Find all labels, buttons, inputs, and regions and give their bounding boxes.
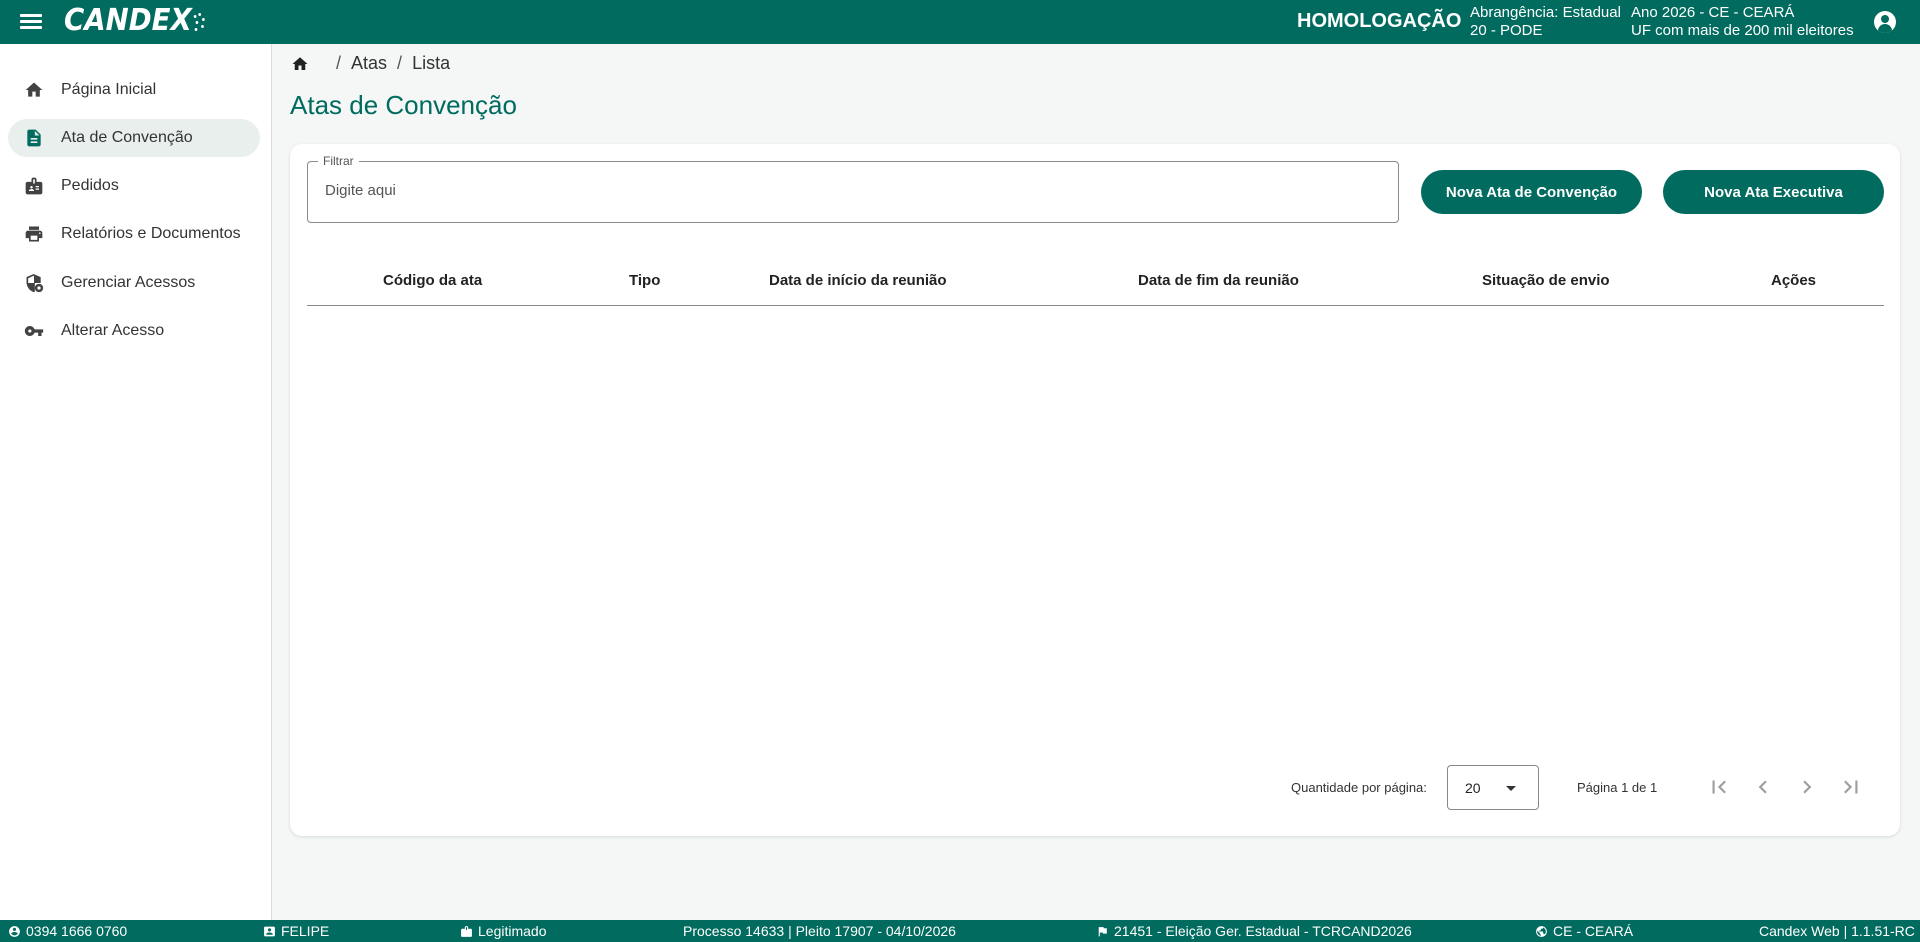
scope-line-1: Abrangência: Estadual xyxy=(1470,4,1621,21)
footer-version: Candex Web | 1.1.51-RC xyxy=(1759,923,1915,939)
breadcrumb-lista: Lista xyxy=(412,53,451,73)
new-convention-button[interactable]: Nova Ata de Convenção xyxy=(1421,170,1642,214)
column-header-data-inicio[interactable]: Data de início da reunião xyxy=(769,272,947,289)
column-header-data-fim[interactable]: Data de fim da reunião xyxy=(1138,272,1299,289)
sidebar-item-gerenciar-acessos[interactable]: Gerenciar Acessos xyxy=(8,264,260,302)
environment-label: HOMOLOGAÇÃO xyxy=(1297,10,1462,32)
contact-icon xyxy=(264,926,275,936)
breadcrumb-atas[interactable]: Atas xyxy=(351,53,387,74)
badge-icon xyxy=(25,177,43,195)
status-footer: 0394 1666 0760 FELIPE Legitimado Process… xyxy=(0,920,1920,942)
sidebar-item-relatorios[interactable]: Relatórios e Documentos xyxy=(8,215,260,253)
globe-icon xyxy=(1536,925,1547,937)
table-header: Código da ata Tipo Data de início da reu… xyxy=(307,256,1884,306)
column-header-situacao[interactable]: Situação de envio xyxy=(1482,272,1610,289)
sidebar-item-label: Gerenciar Acessos xyxy=(61,274,196,291)
filter-input[interactable] xyxy=(325,182,1375,199)
footer-phone-text: 0394 1666 0760 xyxy=(26,923,128,939)
breadcrumb-separator: / xyxy=(336,53,342,73)
filter-label: Filtrar xyxy=(318,154,359,168)
filter-field[interactable]: Filtrar xyxy=(307,154,1399,223)
scope-info: Abrangência: Estadual 20 - PODE xyxy=(1470,4,1621,40)
first-page-icon[interactable] xyxy=(1706,774,1732,800)
sidebar-item-alterar-acesso[interactable]: Alterar Acesso xyxy=(8,312,260,350)
home-icon[interactable] xyxy=(290,55,310,73)
sidebar-item-ata-convencao[interactable]: Ata de Convenção xyxy=(8,119,260,157)
column-header-tipo[interactable]: Tipo xyxy=(629,272,660,289)
sidebar: Página Inicial Ata de Convenção Pedidos … xyxy=(0,44,272,920)
account-icon[interactable] xyxy=(1874,11,1896,33)
footer-state-text: CE - CEARÁ xyxy=(1553,923,1634,939)
previous-page-icon[interactable] xyxy=(1750,774,1776,800)
content-card: Filtrar Nova Ata de Convenção Nova Ata E… xyxy=(290,144,1900,836)
footer-state: CE - CEARÁ xyxy=(1535,923,1633,939)
year-line-1: Ano 2026 - CE - CEARÁ xyxy=(1631,4,1795,21)
scope-line-2: 20 - PODE xyxy=(1470,22,1543,39)
new-executive-button[interactable]: Nova Ata Executiva xyxy=(1663,170,1884,214)
next-page-icon[interactable] xyxy=(1794,774,1820,800)
flag-icon xyxy=(1098,926,1107,936)
sidebar-item-label: Alterar Acesso xyxy=(61,322,165,339)
document-icon xyxy=(27,129,41,147)
footer-user-text: FELIPE xyxy=(281,923,330,939)
page-title: Atas de Convenção xyxy=(290,90,517,120)
app-logo: CANDEX xyxy=(64,3,205,38)
paginator: Quantidade por página: 20 Página 1 de 1 xyxy=(290,764,1900,810)
shield-lock-icon xyxy=(26,273,44,293)
sidebar-item-label: Página Inicial xyxy=(61,81,157,98)
sidebar-item-pedidos[interactable]: Pedidos xyxy=(8,167,260,205)
footer-status-text: Legitimado xyxy=(478,923,547,939)
menu-icon[interactable] xyxy=(18,11,44,33)
caret-down-icon xyxy=(1506,786,1516,791)
page-size-label: Quantidade por página: xyxy=(1291,780,1427,795)
sidebar-item-label: Relatórios e Documentos xyxy=(61,225,241,242)
year-line-2: UF com mais de 200 mil eleitores xyxy=(1631,22,1854,39)
page-size-value: 20 xyxy=(1465,780,1481,796)
footer-election-text: 21451 - Eleição Ger. Estadual - TCRCAND2… xyxy=(1114,923,1412,939)
election-year-info: Ano 2026 - CE - CEARÁ UF com mais de 200… xyxy=(1631,4,1854,40)
sidebar-item-label: Ata de Convenção xyxy=(61,129,193,146)
footer-version-text: Candex Web | 1.1.51-RC xyxy=(1759,923,1915,939)
footer-status: Legitimado xyxy=(460,923,547,939)
page-range-label: Página 1 de 1 xyxy=(1577,780,1658,795)
sidebar-item-home[interactable]: Página Inicial xyxy=(8,71,260,109)
top-bar: CANDEX HOMOLOGAÇÃO Abrangência: Estadual… xyxy=(0,0,1920,44)
badge-icon xyxy=(461,925,472,937)
footer-user: FELIPE xyxy=(263,923,329,939)
key-icon xyxy=(24,326,44,336)
breadcrumb-separator: / xyxy=(397,53,403,73)
last-page-icon[interactable] xyxy=(1838,774,1864,800)
footer-phone: 0394 1666 0760 xyxy=(8,923,127,939)
footer-process-text: Processo 14633 | Pleito 17907 - 04/10/20… xyxy=(683,923,956,939)
account-circle-icon xyxy=(9,925,20,937)
footer-process: Processo 14633 | Pleito 17907 - 04/10/20… xyxy=(683,923,956,939)
home-icon xyxy=(25,82,43,97)
sidebar-item-label: Pedidos xyxy=(61,177,119,194)
page-size-select[interactable]: 20 xyxy=(1447,765,1539,810)
breadcrumb: / Atas / Lista xyxy=(290,53,450,74)
column-header-acoes: Ações xyxy=(1771,272,1817,289)
column-header-codigo[interactable]: Código da ata xyxy=(383,272,482,289)
footer-election: 21451 - Eleição Ger. Estadual - TCRCAND2… xyxy=(1096,923,1412,939)
printer-icon xyxy=(25,226,43,242)
